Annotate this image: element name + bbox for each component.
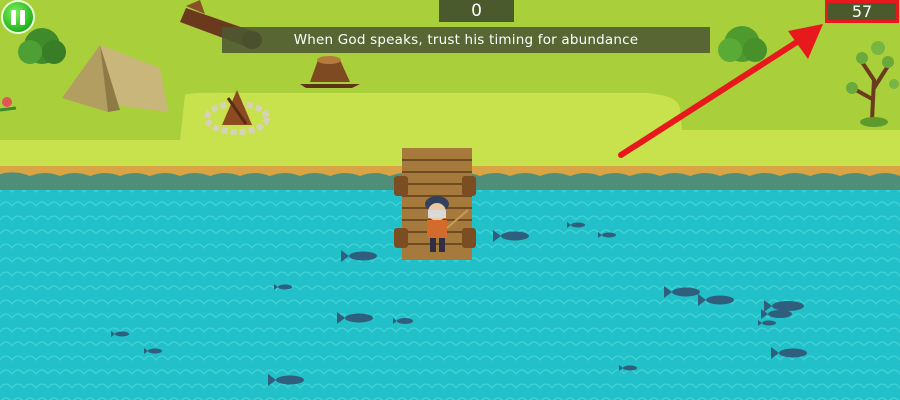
score-display: 0	[439, 0, 514, 22]
scene-artwork	[0, 0, 900, 400]
game-scene[interactable]: 0 57 When God speaks, trust his timing f…	[0, 0, 900, 400]
pause-icon	[11, 9, 25, 25]
message-banner: When God speaks, trust his timing for ab…	[222, 27, 710, 53]
timer-display: 57	[825, 0, 899, 23]
pause-button[interactable]	[1, 0, 35, 34]
